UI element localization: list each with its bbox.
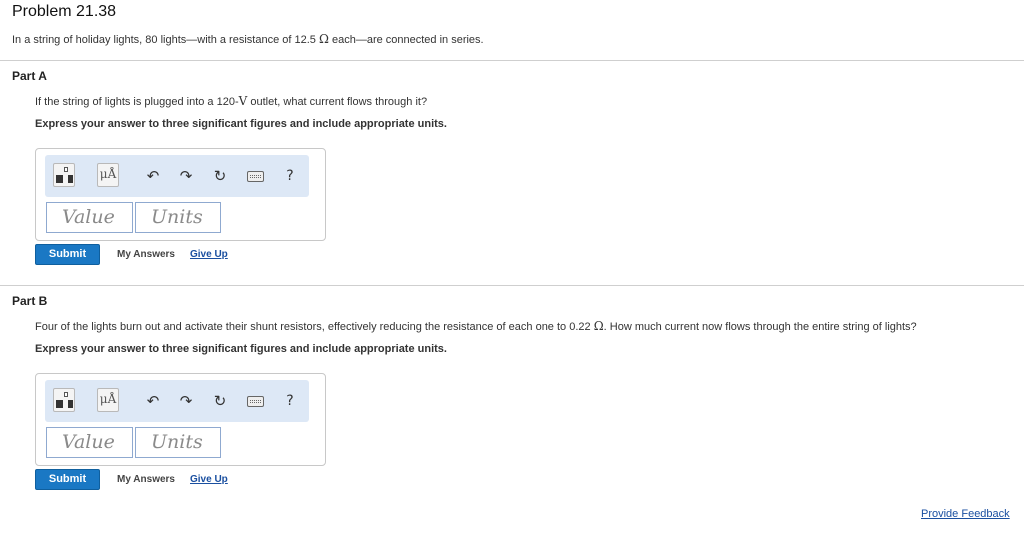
part-b-instruction: Express your answer to three significant… — [35, 343, 447, 355]
units-label: μÅ — [99, 392, 117, 406]
reset-icon[interactable]: ↻ — [212, 392, 228, 410]
give-up-link[interactable]: Give Up — [190, 474, 228, 485]
ohm-symbol: Ω — [593, 319, 604, 333]
problem-title: Problem 21.38 — [12, 3, 117, 20]
keyboard-icon[interactable] — [247, 396, 264, 407]
question-text-after: . How much current now flows through the… — [603, 321, 917, 333]
question-text-before: If the string of lights is plugged into … — [35, 96, 239, 108]
reset-icon[interactable]: ↻ — [212, 167, 228, 185]
provide-feedback-link[interactable]: Provide Feedback — [921, 508, 1010, 520]
my-answers-link[interactable]: My Answers — [117, 249, 175, 260]
submit-button[interactable]: Submit — [35, 244, 100, 265]
undo-icon[interactable]: ↶ — [145, 167, 161, 185]
units-input[interactable]: Units — [135, 202, 221, 233]
problem-intro: In a string of holiday lights, 80 lights… — [12, 32, 484, 46]
volt-symbol: V — [238, 94, 248, 108]
part-a-question: If the string of lights is plugged into … — [35, 94, 427, 108]
value-input[interactable]: Value — [46, 427, 133, 458]
submit-button[interactable]: Submit — [35, 469, 100, 490]
part-b-question: Four of the lights burn out and activate… — [35, 319, 917, 333]
question-text-before: Four of the lights burn out and activate… — [35, 321, 591, 333]
help-icon[interactable]: ? — [283, 167, 297, 185]
redo-icon[interactable]: ↷ — [178, 167, 194, 185]
give-up-link[interactable]: Give Up — [190, 249, 228, 260]
part-b-answer-box: μÅ ↶ ↷ ↻ ? Value Units — [35, 373, 326, 466]
divider — [0, 60, 1024, 61]
value-input[interactable]: Value — [46, 202, 133, 233]
templates-icon[interactable] — [53, 163, 75, 187]
intro-text-after: each—are connected in series. — [331, 34, 484, 46]
units-icon[interactable]: μÅ — [97, 163, 119, 187]
question-text-after: outlet, what current flows through it? — [250, 96, 428, 108]
help-icon[interactable]: ? — [283, 392, 297, 410]
math-toolbar: μÅ ↶ ↷ ↻ ? — [45, 380, 309, 422]
divider — [0, 285, 1024, 286]
undo-icon[interactable]: ↶ — [145, 392, 161, 410]
units-icon[interactable]: μÅ — [97, 388, 119, 412]
keyboard-icon[interactable] — [247, 171, 264, 182]
my-answers-link[interactable]: My Answers — [117, 474, 175, 485]
templates-icon[interactable] — [53, 388, 75, 412]
ohm-symbol: Ω — [318, 32, 329, 46]
part-a-instruction: Express your answer to three significant… — [35, 118, 447, 130]
part-b-title: Part B — [12, 294, 48, 308]
units-input[interactable]: Units — [135, 427, 221, 458]
part-a-answer-box: μÅ ↶ ↷ ↻ ? Value Units — [35, 148, 326, 241]
units-label: μÅ — [99, 167, 117, 181]
math-toolbar: μÅ ↶ ↷ ↻ ? — [45, 155, 309, 197]
part-a-title: Part A — [12, 69, 47, 83]
redo-icon[interactable]: ↷ — [178, 392, 194, 410]
intro-text-before: In a string of holiday lights, 80 lights… — [12, 34, 316, 46]
